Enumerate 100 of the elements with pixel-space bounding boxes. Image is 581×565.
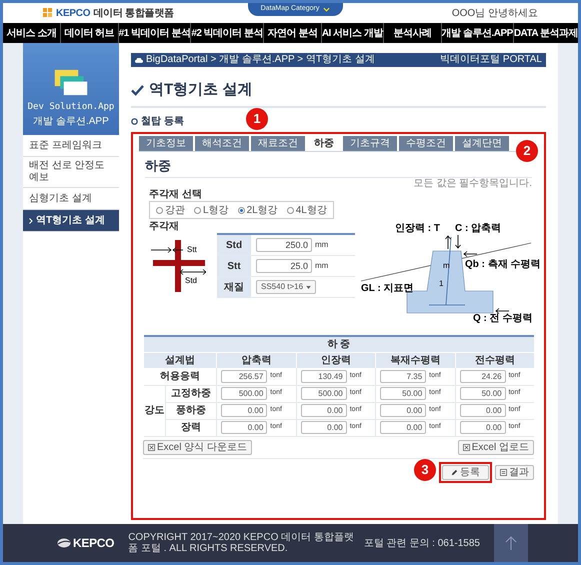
banner-subtitle: 개발 솔루션.APP (33, 115, 109, 129)
input-field[interactable]: 500.00 (221, 387, 268, 400)
input-field[interactable]: 0.00 (221, 421, 268, 434)
row-group-header: 강도 (144, 385, 166, 436)
footer-logo: KEPCO (73, 535, 114, 552)
logo-icon (57, 538, 71, 548)
row-header: 장력 (166, 419, 217, 436)
diagram-label: GL : 지표면 (361, 283, 414, 294)
row-header: 고정하중 (166, 385, 217, 402)
copyright-text: COPYRIGHT 2017~2020 KEPCO 데이터 통합플랫폼 포털 . ALL RIGHTS RESERVED. (128, 532, 355, 554)
column-header: 전수평력 (455, 352, 534, 368)
input-field[interactable]: 0.00 (380, 404, 426, 417)
field-label: 주각재 선택 (149, 189, 203, 201)
up-arrow-icon (505, 536, 517, 550)
dimension-label: Stt (187, 244, 197, 256)
diagram-label: Qb : 측재 수평력 (465, 259, 541, 270)
row-header: 허용응력 (144, 368, 217, 385)
input-field[interactable]: 0.00 (460, 421, 506, 434)
windows-icon (53, 68, 89, 96)
tab[interactable]: 기초규격 (343, 136, 397, 150)
diagram-label: m (443, 261, 450, 270)
spreadsheet-icon (148, 444, 155, 450)
radio-option[interactable]: L형강 (194, 202, 229, 218)
total-force-arrow (495, 308, 509, 314)
material-dropdown[interactable]: SS540 t>16 (256, 280, 316, 294)
sidebar-item[interactable]: 역T형기초 설계 (23, 210, 119, 232)
page-title: 역T형기초 설계 (149, 80, 252, 100)
radio-option[interactable]: 2L형강 (238, 202, 278, 218)
column-header: 인장력 (296, 352, 376, 368)
chevron-icon (29, 218, 33, 224)
row-header: Stt (217, 256, 251, 276)
radio-option[interactable]: 강관 (156, 202, 185, 218)
tab[interactable]: 수평조건 (399, 136, 453, 150)
banner-title: Dev Solution.App (28, 100, 114, 114)
scroll-top-button[interactable] (494, 524, 528, 562)
column-header: 설계법 (144, 352, 217, 368)
tension-arrow (445, 235, 451, 249)
tab[interactable]: 재료조건 (251, 136, 305, 150)
chevron-icon (323, 7, 330, 12)
tab[interactable]: 기초정보 (139, 136, 193, 150)
compression-arrow (455, 235, 461, 249)
tab[interactable]: 설계단면 (455, 136, 509, 150)
input-field[interactable]: 50.00 (380, 387, 426, 400)
dropdown-icon (306, 286, 312, 288)
input-field[interactable]: 0.00 (221, 404, 268, 417)
greeting-text: OOO님 안녕하세요 (452, 6, 538, 20)
required-note: 모든 값은 필수항목입니다. (414, 178, 532, 189)
panel-heading: 하중 (145, 156, 532, 178)
button[interactable]: Excel 양식 다운로드 (143, 440, 252, 454)
button[interactable]: Excel 업로드 (458, 440, 534, 454)
input-field[interactable]: 7.35 (380, 370, 426, 383)
portal-brand: 빅데이터포털 PORTAL (440, 54, 542, 66)
section-title: 철탑 등록 (141, 114, 184, 128)
button[interactable]: 결과 (495, 464, 534, 480)
annotation-marker: 1 (246, 108, 268, 130)
radio-option[interactable]: 4L형강 (286, 202, 327, 218)
dimension-label: Std (185, 274, 198, 286)
diagram-label: C : 압축력 (455, 223, 502, 234)
annotation-marker: 2 (516, 140, 538, 162)
document-icon (500, 468, 507, 476)
annotation-marker: 3 (414, 458, 436, 480)
input-field[interactable]: 256.57 (221, 370, 268, 383)
check-icon (131, 84, 144, 96)
side-force-arrow (463, 251, 477, 257)
bullet-icon (131, 118, 138, 124)
table-header: 하 중 (144, 336, 534, 352)
tab[interactable]: 해석조건 (195, 136, 249, 150)
input-field[interactable]: 500.00 (300, 387, 347, 400)
logo-brand: KEPCO (56, 6, 90, 20)
dimension-arrow (151, 246, 183, 252)
row-header: 풍하중 (166, 402, 217, 419)
diagram-label: Q : 전 수평력 (473, 314, 532, 323)
column-header: 압축력 (216, 352, 296, 368)
input-field[interactable]: 130.49 (300, 370, 347, 383)
breadcrumb-path: BigDataPortal > 개발 솔루션.APP > 역T형기초 설계 (146, 54, 375, 66)
dimension-arrow (180, 268, 206, 274)
pencil-icon (451, 468, 458, 476)
unit-label: mm (315, 239, 328, 251)
input-field[interactable]: 0.00 (460, 404, 506, 417)
button[interactable]: 등록 (442, 464, 489, 480)
unit-label: mm (315, 260, 328, 272)
diagram-label: 인장력 : T (395, 223, 440, 234)
row-header: 재질 (217, 277, 251, 297)
input-field[interactable]: 0.00 (300, 421, 347, 434)
diagram-label: 1 (439, 279, 444, 288)
input-field[interactable]: 0.00 (380, 421, 426, 434)
input-field[interactable]: 50.00 (460, 387, 506, 400)
nav-link[interactable]: DATA 분석과제 (514, 23, 578, 43)
input-field[interactable]: 250.0 (256, 238, 312, 252)
contact-text: 포털 관련 문의 : 061-1585 (364, 536, 480, 550)
cloud-icon (135, 58, 143, 62)
logo-icon (43, 8, 53, 18)
input-field[interactable]: 25.0 (256, 259, 312, 273)
column-header: 복재수평력 (376, 352, 456, 368)
spreadsheet-icon (462, 444, 470, 450)
input-field[interactable]: 24.26 (460, 370, 506, 383)
row-header: Std (217, 235, 251, 255)
field-label: 주각재 (149, 221, 180, 233)
input-field[interactable]: 0.00 (300, 404, 347, 417)
logo-text: 데이터 통합플랫폼 (93, 6, 174, 20)
